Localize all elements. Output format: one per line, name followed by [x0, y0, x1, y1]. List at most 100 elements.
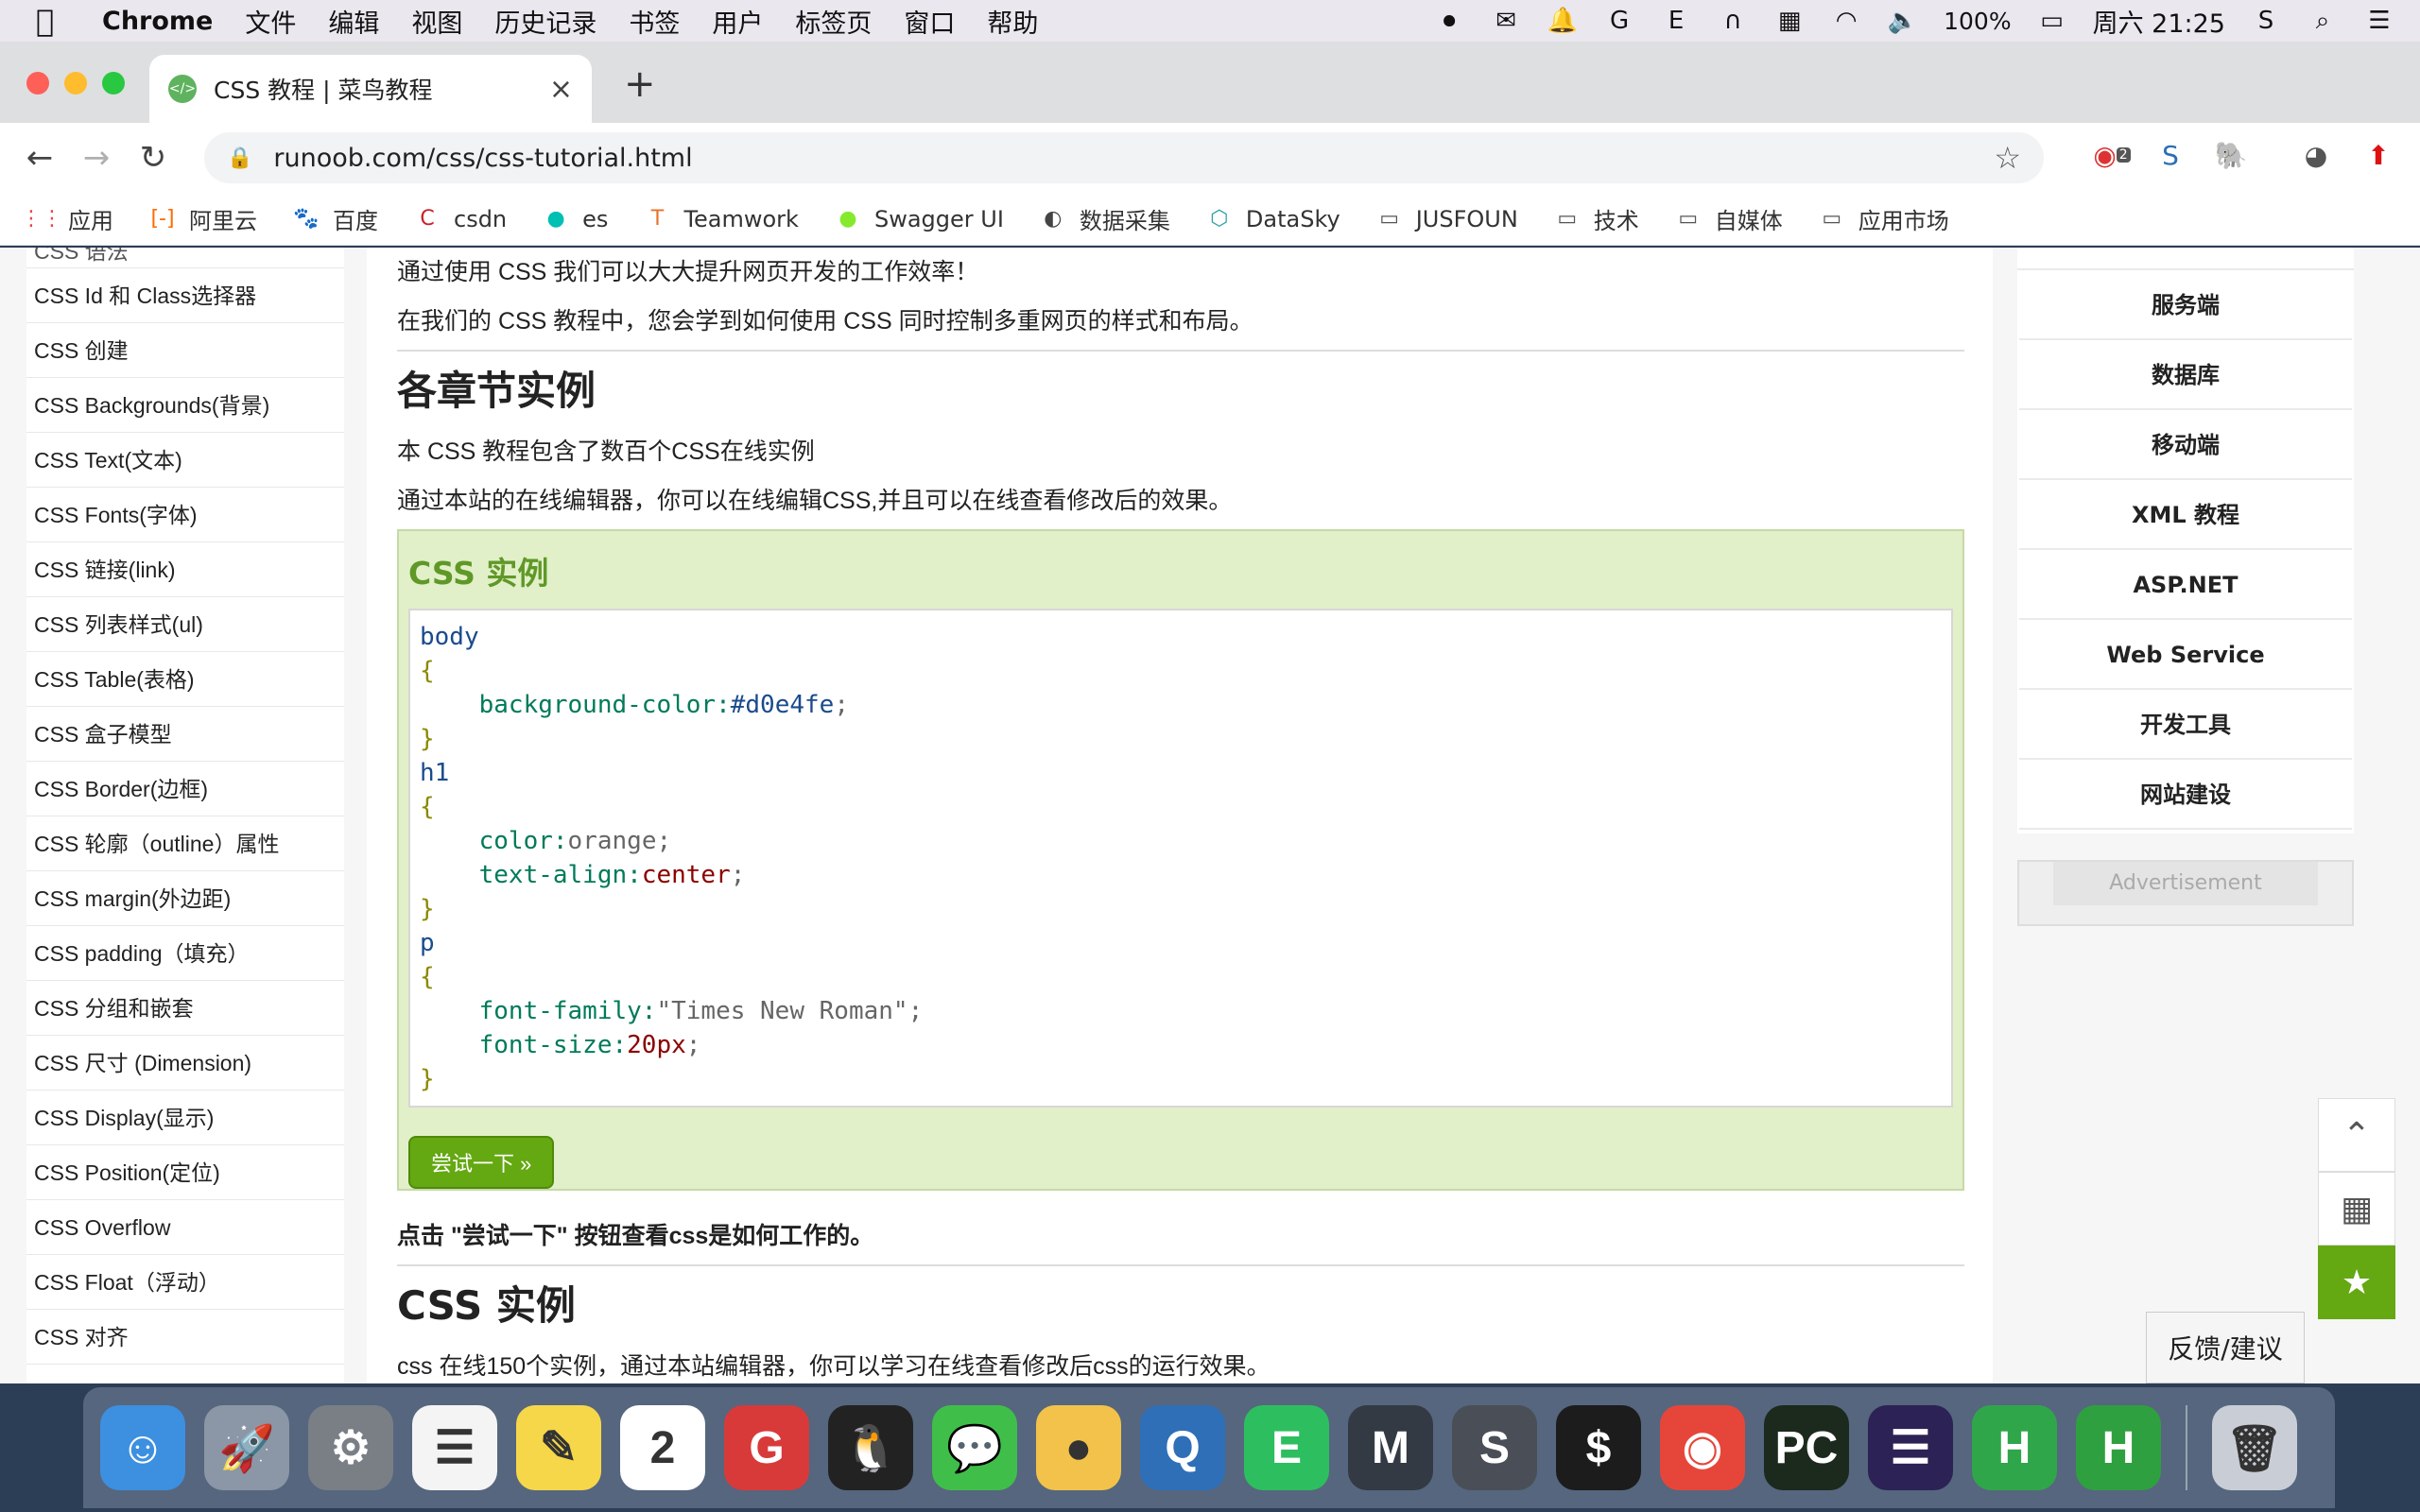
lock-icon[interactable]: 🔒	[227, 146, 252, 170]
volume-icon[interactable]: 🔈	[1887, 7, 1919, 35]
category-nav-item[interactable]: 网站建设	[2019, 760, 2352, 830]
menu-window[interactable]: 窗口	[904, 3, 955, 40]
system-preferences-icon[interactable]: ⚙	[308, 1405, 393, 1490]
note-app-icon[interactable]: ●	[1036, 1405, 1121, 1490]
evernote-icon[interactable]: E	[1244, 1405, 1329, 1490]
bookmark-item[interactable]: ● es	[543, 206, 609, 232]
category-nav-item[interactable]: 移动端	[2019, 410, 2352, 480]
sidebar-item[interactable]: CSS Table(表格)	[26, 652, 344, 707]
launchpad-icon[interactable]: 🚀	[204, 1405, 289, 1490]
sidebar-item[interactable]: CSS Float（浮动）	[26, 1255, 344, 1310]
bookmark-item[interactable]: ▭ JUSFOUN	[1376, 206, 1518, 232]
chrome-icon[interactable]: ◉	[1660, 1405, 1745, 1490]
menu-tabs[interactable]: 标签页	[795, 3, 872, 40]
battery-percent[interactable]: 100%	[1944, 8, 2011, 35]
try-it-button[interactable]: 尝试一下 »	[408, 1136, 555, 1189]
sidebar-item[interactable]: CSS 链接(link)	[26, 542, 344, 597]
menu-bookmarks[interactable]: 书签	[629, 3, 680, 40]
memory-icon[interactable]: ▦	[1773, 7, 1806, 35]
wechat-status-icon[interactable]: ✉	[1490, 7, 1522, 35]
sidebar-item[interactable]: CSS Text(文本)	[26, 433, 344, 488]
extension-red-icon[interactable]: ◉ 2	[2093, 136, 2131, 174]
wechat-icon[interactable]: 💬	[932, 1405, 1017, 1490]
extension-s-icon[interactable]: S	[2152, 136, 2189, 174]
quicktime-icon[interactable]: Q	[1140, 1405, 1225, 1490]
bookmark-star-icon[interactable]: ☆	[1994, 140, 2021, 176]
url-text[interactable]: runoob.com/css/css-tutorial.html	[273, 144, 692, 173]
notes-icon[interactable]: ✎	[516, 1405, 601, 1490]
close-window-button[interactable]	[26, 72, 49, 94]
menu-view[interactable]: 视图	[411, 3, 462, 40]
apple-icon[interactable]: 	[36, 3, 74, 39]
sidebar-item[interactable]: CSS Id 和 Class选择器	[26, 268, 344, 323]
arch-icon[interactable]: ∩	[1717, 7, 1749, 35]
sidebar-item[interactable]: CSS Display(显示)	[26, 1091, 344, 1145]
feedback-button[interactable]: 反馈/建议	[2146, 1312, 2305, 1383]
reminders-icon[interactable]: ☰	[412, 1405, 497, 1490]
bookmark-item[interactable]: ⋮⋮ 应用	[21, 202, 113, 235]
control-center-icon[interactable]: ☰	[2363, 7, 2395, 35]
tab-css-tutorial[interactable]: </> CSS 教程 | 菜鸟教程 ×	[149, 55, 592, 123]
sidebar-item[interactable]: CSS margin(外边距)	[26, 871, 344, 926]
finder-icon[interactable]: ☺	[100, 1405, 185, 1490]
qr-code-icon[interactable]: ▦	[2318, 1172, 2395, 1246]
evernote-extension-icon[interactable]: 🐘	[2212, 136, 2250, 174]
sidebar-item[interactable]: CSS 列表样式(ul)	[26, 597, 344, 652]
bookmark-item[interactable]: T Teamwork	[644, 206, 799, 232]
menu-history[interactable]: 历史记录	[494, 3, 596, 40]
bookmark-item[interactable]: ● Swagger UI	[835, 206, 1004, 232]
category-nav-item[interactable]: Web Service	[2019, 620, 2352, 690]
pycharm-icon[interactable]: PC	[1764, 1405, 1849, 1490]
close-tab-icon[interactable]: ×	[549, 73, 573, 106]
hbuilderx-icon[interactable]: H	[2076, 1405, 2161, 1490]
new-tab-icon[interactable]: +	[624, 62, 656, 106]
record-icon[interactable]: ⏺	[1433, 7, 1465, 35]
address-bar[interactable]: 🔒 runoob.com/css/css-tutorial.html ☆	[204, 132, 2044, 183]
zoom-window-button[interactable]	[102, 72, 125, 94]
category-nav-item[interactable]: XML 教程	[2019, 480, 2352, 550]
update-icon[interactable]: ⬆	[2360, 136, 2397, 174]
sidebar-item[interactable]: CSS 对齐	[26, 1310, 344, 1365]
spotlight-search-icon[interactable]: ⌕	[2307, 7, 2339, 35]
sidebar-item[interactable]: CSS 创建	[26, 323, 344, 378]
qq-icon[interactable]: 🐧	[828, 1405, 913, 1490]
sidebar-item[interactable]: CSS Fonts(字体)	[26, 488, 344, 542]
bookmark-item[interactable]: [-] 阿里云	[149, 202, 257, 235]
sidebar-item[interactable]: CSS 语法	[26, 248, 344, 268]
profile-avatar-icon[interactable]: ◕	[2297, 136, 2335, 174]
clock[interactable]: 周六 21:25	[2093, 3, 2225, 40]
forward-arrow-icon[interactable]: →	[68, 139, 125, 177]
bookmark-item[interactable]: ▭ 技术	[1554, 202, 1638, 235]
menu-help[interactable]: 帮助	[987, 3, 1038, 40]
battery-icon[interactable]: ▭	[2036, 7, 2068, 35]
sidebar-item[interactable]: CSS Border(边框)	[26, 762, 344, 816]
bookmark-item[interactable]: Ccsdn	[414, 206, 507, 232]
bookmark-item[interactable]: ⬡ DataSky	[1206, 206, 1340, 232]
menu-file[interactable]: 文件	[245, 3, 296, 40]
bookmark-item[interactable]: ▭ 自媒体	[1675, 202, 1782, 235]
category-nav-item[interactable]: 数据库	[2019, 340, 2352, 410]
category-nav-item[interactable]: 开发工具	[2019, 690, 2352, 760]
sidebar-item[interactable]: CSS padding（填充）	[26, 926, 344, 981]
hbuilder-icon[interactable]: H	[1972, 1405, 2057, 1490]
eclipse-icon[interactable]: ☰	[1868, 1405, 1953, 1490]
reload-icon[interactable]: ↻	[125, 139, 182, 177]
evernote-status-icon[interactable]: E	[1660, 7, 1692, 35]
category-nav-item[interactable]: 服务端	[2019, 270, 2352, 340]
wifi-icon[interactable]: ◠	[1830, 7, 1862, 35]
bookmark-item[interactable]: ◐ 数据采集	[1040, 202, 1170, 235]
git-client-icon[interactable]: G	[724, 1405, 809, 1490]
menu-edit[interactable]: 编辑	[328, 3, 379, 40]
scroll-top-icon[interactable]: ⌃	[2318, 1098, 2395, 1172]
sidebar-item[interactable]: CSS Position(定位)	[26, 1145, 344, 1200]
menu-user[interactable]: 用户	[712, 3, 763, 40]
back-arrow-icon[interactable]: ←	[11, 139, 68, 177]
trash-icon[interactable]: 🗑	[2212, 1405, 2297, 1490]
terminal-icon[interactable]: $	[1556, 1405, 1641, 1490]
sidebar-item[interactable]: CSS Overflow	[26, 1200, 344, 1255]
notification-bell-icon[interactable]: 🔔	[1547, 7, 1579, 35]
s-app-icon[interactable]: S	[2250, 7, 2282, 35]
sidebar-item[interactable]: CSS 轮廓（outline）属性	[26, 816, 344, 871]
menu-app-name[interactable]: Chrome	[102, 7, 213, 36]
terminal-m-icon[interactable]: M	[1348, 1405, 1433, 1490]
